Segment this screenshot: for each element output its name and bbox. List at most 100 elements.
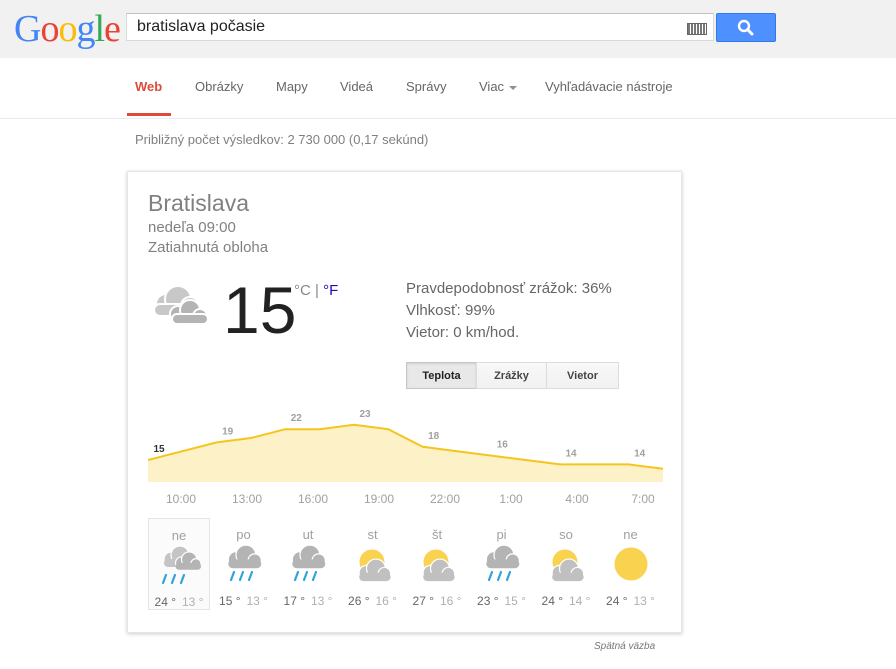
temperature-data-label: 22	[291, 413, 303, 424]
partly-sunny-icon	[358, 548, 391, 582]
result-stats: Približný počet výsledkov: 2 730 000 (0,…	[135, 132, 429, 147]
forecast-low: 13 °	[311, 594, 333, 608]
forecast-temps: 24 ° 13 °	[149, 595, 209, 609]
unit-fahrenheit[interactable]: °F	[323, 282, 338, 299]
temperature-units: °C | °F	[294, 282, 338, 299]
search-button[interactable]	[716, 13, 776, 42]
forecast-high: 24 °	[154, 595, 176, 609]
current-temperature: 15	[223, 273, 297, 347]
hour-label: 13:00	[231, 492, 263, 506]
city-name: Bratislava	[148, 190, 249, 216]
tab-videos[interactable]: Videá	[340, 58, 373, 116]
tab-images[interactable]: Obrázky	[195, 58, 243, 116]
temperature-data-label: 19	[222, 426, 234, 437]
forecast-day[interactable]: ne 24 ° 13 °	[148, 518, 210, 610]
forecast-low: 16 °	[440, 594, 462, 608]
forecast-low: 16 °	[375, 594, 397, 608]
feedback-link[interactable]: Spätná väzba	[594, 641, 655, 652]
weather-card: Bratislava nedeľa 09:00 Zatiahnutá obloh…	[127, 171, 682, 633]
hour-label: 16:00	[297, 492, 329, 506]
forecast-day[interactable]: so 24 ° 14 °	[535, 518, 597, 610]
partly-sunny-icon	[551, 548, 585, 582]
forecast-high: 17 °	[283, 594, 305, 608]
forecast-day[interactable]: po 15 ° 13 °	[213, 518, 275, 610]
forecast-temps: 24 ° 13 °	[600, 594, 662, 608]
hour-label: 4:00	[565, 492, 589, 506]
search-tools-button[interactable]: Vyhľadávacie nástroje	[545, 58, 673, 116]
forecast-low: 15 °	[504, 594, 526, 608]
search-input[interactable]	[127, 14, 687, 40]
temperature-chart[interactable]: 15 19 22 23 18 16 14 14	[148, 404, 663, 484]
search-nav: Web Obrázky Mapy Videá Správy Viac Vyhľa…	[0, 58, 896, 119]
hour-label: 19:00	[363, 492, 395, 506]
weather-datetime: nedeľa 09:00	[148, 219, 236, 236]
chevron-down-icon	[509, 85, 518, 90]
precipitation-chance: Pravdepodobnosť zrážok: 36%	[406, 280, 612, 297]
active-tab-underline	[127, 113, 171, 116]
forecast-day[interactable]: ne 24 ° 13 °	[600, 518, 662, 610]
cloudy-icon	[153, 285, 209, 325]
forecast-day[interactable]: pi 23 ° 15 °	[471, 518, 533, 610]
google-logo[interactable]: Google	[14, 9, 121, 49]
humidity: Vlhkosť: 99%	[406, 302, 496, 319]
temperature-data-label: 18	[428, 431, 440, 442]
forecast-high: 23 °	[477, 594, 499, 608]
forecast-day-name: ut	[302, 527, 314, 542]
weather-condition: Zatiahnutá obloha	[148, 239, 269, 256]
unit-separator: |	[315, 282, 319, 299]
forecast-low: 13 °	[182, 595, 204, 609]
tab-maps[interactable]: Mapy	[276, 58, 308, 116]
forecast-low: 13 °	[246, 594, 268, 608]
tab-web[interactable]: Web	[135, 58, 162, 116]
tab-temperature[interactable]: Teplota	[406, 362, 477, 389]
forecast-temps: 23 ° 15 °	[471, 594, 533, 608]
forecast-day-name: pi	[496, 527, 507, 542]
forecast-temps: 15 ° 13 °	[213, 594, 275, 608]
forecast-day-name: ne	[171, 528, 187, 543]
forecast-day-name: št	[431, 527, 443, 542]
tab-wind[interactable]: Vietor	[546, 362, 619, 389]
forecast-day[interactable]: št 27 ° 16 °	[406, 518, 468, 610]
search-icon	[737, 19, 754, 36]
search-box	[126, 13, 714, 41]
temperature-data-label: 23	[359, 409, 371, 420]
forecast-temps: 27 ° 16 °	[406, 594, 468, 608]
hour-label: 7:00	[631, 492, 655, 506]
forecast-day-name: ne	[623, 527, 638, 542]
temperature-data-label: 14	[565, 448, 577, 459]
hour-label: 1:00	[499, 492, 523, 506]
tab-precipitation[interactable]: Zrážky	[476, 362, 547, 389]
forecast-day-name: so	[559, 527, 573, 542]
forecast-temps: 17 ° 13 °	[277, 594, 339, 608]
partly-sunny-icon	[422, 548, 456, 582]
temperature-data-label: 16	[497, 440, 509, 451]
forecast-day[interactable]: ut 17 ° 13 °	[277, 518, 339, 610]
temperature-data-label: 14	[634, 448, 646, 459]
forecast-high: 27 °	[412, 594, 434, 608]
cloud-rain-icon	[161, 545, 202, 585]
hour-label: 22:00	[429, 492, 461, 506]
sun-icon	[613, 546, 648, 582]
forecast-day[interactable]: st 26 ° 16 °	[342, 518, 404, 610]
forecast-low: 14 °	[569, 594, 591, 608]
tab-more[interactable]: Viac	[479, 58, 518, 116]
tab-more-label: Viac	[479, 79, 505, 94]
rain-icon	[291, 544, 326, 582]
forecast-temps: 26 ° 16 °	[342, 594, 404, 608]
forecast-day-name: po	[236, 527, 251, 542]
forecast-day-name: st	[367, 527, 378, 542]
forecast-low: 13 °	[633, 594, 655, 608]
forecast-high: 24 °	[606, 594, 628, 608]
rain-icon	[485, 544, 520, 582]
keyboard-icon[interactable]	[687, 23, 707, 35]
rain-icon	[227, 544, 262, 582]
temperature-data-label: 15	[153, 444, 165, 455]
tab-news[interactable]: Správy	[406, 58, 446, 116]
wind-speed: Vietor: 0 km/hod.	[406, 324, 520, 341]
unit-celsius[interactable]: °C	[294, 282, 311, 299]
forecast-high: 24 °	[541, 594, 563, 608]
forecast-temps: 24 ° 14 °	[535, 594, 597, 608]
forecast-high: 15 °	[219, 594, 241, 608]
header-bar: Google	[0, 0, 896, 58]
forecast-high: 26 °	[348, 594, 370, 608]
